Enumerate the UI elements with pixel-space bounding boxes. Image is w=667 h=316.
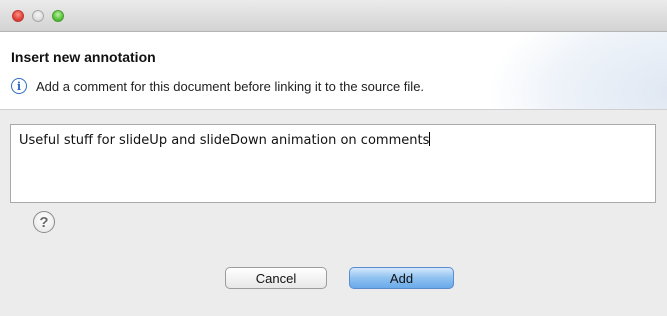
info-message-row: i Add a comment for this document before…: [11, 78, 424, 94]
dialog-title: Insert new annotation: [11, 49, 156, 65]
comment-text: Useful stuff for slideUp and slideDown a…: [19, 133, 430, 148]
window-minimize-button[interactable]: [32, 10, 44, 22]
window-zoom-button[interactable]: [52, 10, 64, 22]
add-button-label: Add: [389, 270, 414, 286]
help-icon[interactable]: ?: [33, 211, 55, 233]
info-icon: i: [11, 78, 27, 94]
dialog-header: Insert new annotation i Add a comment fo…: [0, 32, 667, 110]
text-caret: [429, 132, 431, 146]
comment-textarea[interactable]: Useful stuff for slideUp and slideDown a…: [10, 124, 656, 203]
cancel-button[interactable]: Cancel: [225, 267, 327, 289]
cancel-button-label: Cancel: [255, 270, 297, 286]
info-message: Add a comment for this document before l…: [36, 78, 425, 94]
add-button[interactable]: Add: [349, 267, 454, 289]
help-glyph: ?: [39, 213, 49, 231]
header-decoration: [487, 32, 667, 109]
window-close-button[interactable]: [12, 10, 24, 22]
window-titlebar: [0, 0, 667, 32]
